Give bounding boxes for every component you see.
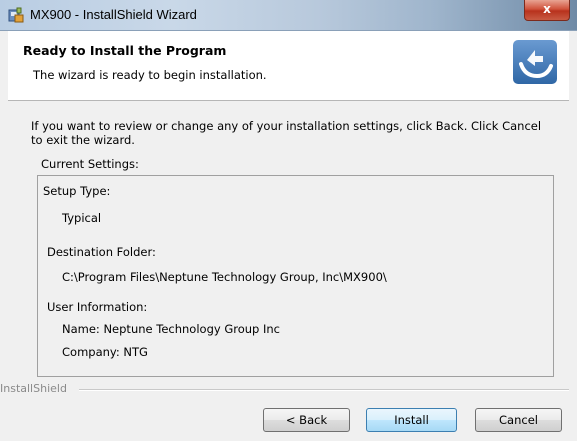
installer-app-icon bbox=[8, 7, 24, 23]
title-bar[interactable]: MX900 - InstallShield Wizard x bbox=[0, 0, 577, 31]
settings-summary-box[interactable]: Setup Type: Typical Destination Folder: … bbox=[37, 175, 554, 377]
user-name-value: Name: Neptune Technology Group Inc bbox=[62, 322, 280, 336]
destination-folder-value: C:\Program Files\Neptune Technology Grou… bbox=[62, 270, 387, 284]
installshield-logo-icon bbox=[513, 40, 557, 84]
close-icon: x bbox=[543, 2, 551, 16]
close-button[interactable]: x bbox=[524, 0, 570, 21]
instructions-text: If you want to review or change any of y… bbox=[31, 119, 542, 147]
cancel-button[interactable]: Cancel bbox=[475, 408, 562, 432]
page-subtitle: The wizard is ready to begin installatio… bbox=[33, 68, 267, 82]
page-title: Ready to Install the Program bbox=[23, 43, 227, 58]
current-settings-label: Current Settings: bbox=[41, 157, 139, 171]
divider-line bbox=[79, 389, 569, 391]
destination-folder-label: Destination Folder: bbox=[47, 245, 156, 259]
setup-type-value: Typical bbox=[62, 211, 102, 225]
back-button[interactable]: < Back bbox=[263, 408, 350, 432]
wizard-header: Ready to Install the Program The wizard … bbox=[8, 31, 569, 101]
installshield-divider: InstallShield bbox=[0, 382, 569, 396]
user-company-value: Company: NTG bbox=[62, 345, 148, 359]
wizard-body: If you want to review or change any of y… bbox=[0, 101, 569, 441]
window-title: MX900 - InstallShield Wizard bbox=[30, 7, 197, 22]
setup-type-label: Setup Type: bbox=[43, 184, 111, 198]
install-button[interactable]: Install bbox=[366, 408, 457, 432]
installshield-brand: InstallShield bbox=[0, 382, 67, 395]
user-information-label: User Information: bbox=[47, 300, 148, 314]
